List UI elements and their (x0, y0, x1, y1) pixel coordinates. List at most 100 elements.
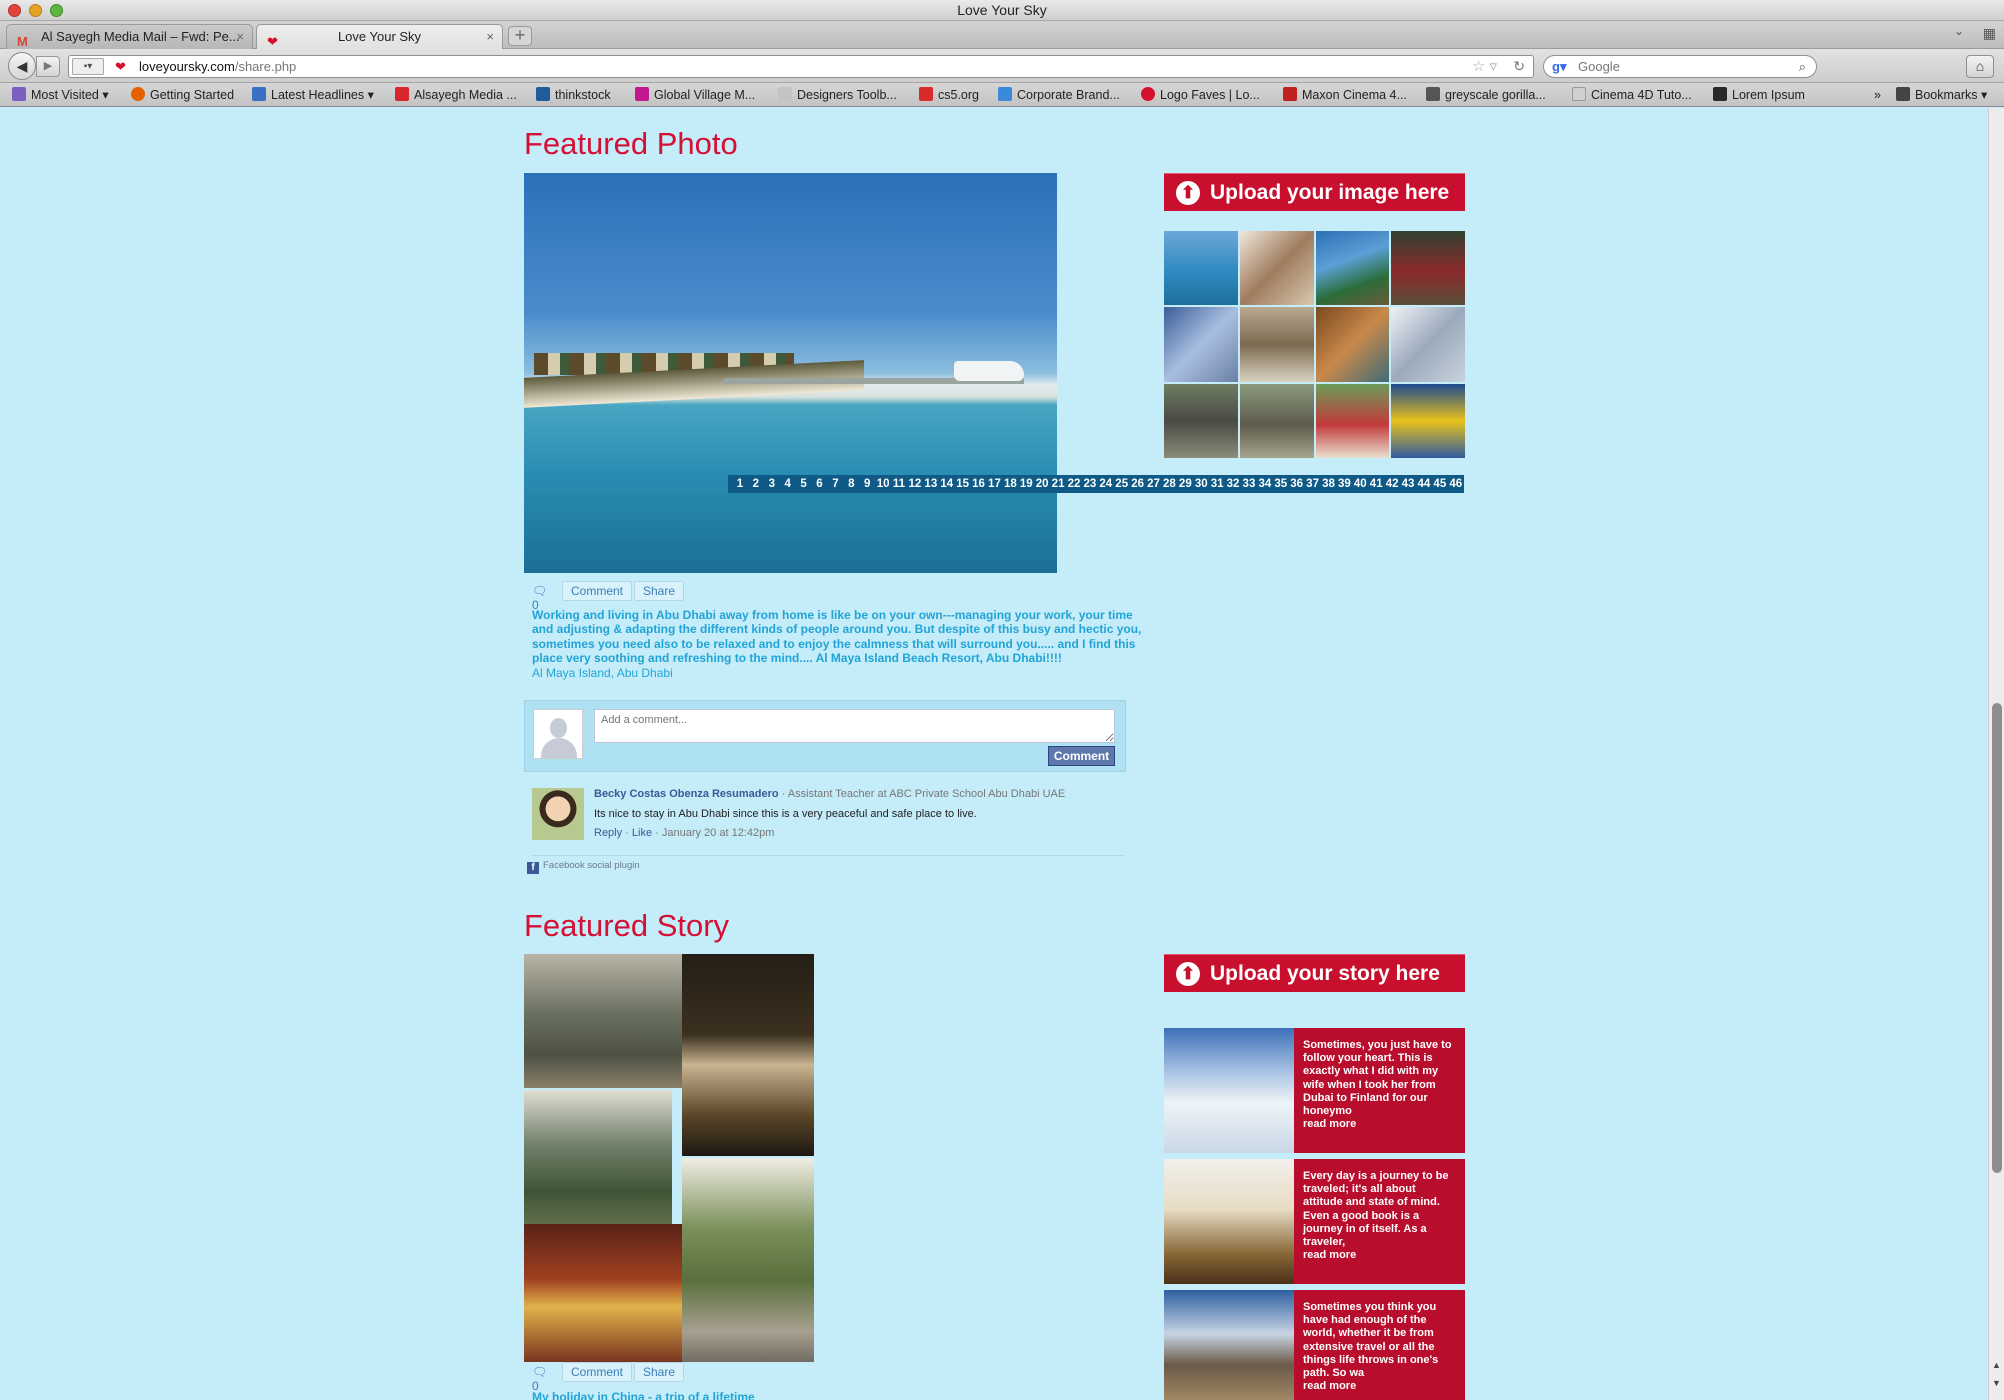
photo-thumbnail[interactable] (1391, 307, 1465, 382)
forward-button[interactable]: ▶ (36, 56, 60, 77)
tab-love-your-sky[interactable]: ❤ Love Your Sky × (256, 24, 503, 49)
bookmark-global-village[interactable]: Global Village M... (635, 87, 755, 103)
pagination-link[interactable]: 22 (1066, 475, 1082, 493)
photo-share-button[interactable]: Share (634, 581, 685, 601)
bookmark-corporate-brand[interactable]: Corporate Brand... (998, 87, 1120, 103)
facebook-plugin-footer[interactable]: f Facebook social plugin (527, 860, 640, 874)
pagination-link[interactable]: 31 (1209, 475, 1225, 493)
bookmark-star-icon[interactable]: ☆ ▿ (1472, 56, 1497, 77)
bookmark-greyscale-gorilla[interactable]: greyscale gorilla... (1426, 87, 1546, 103)
photo-thumbnail[interactable] (1315, 383, 1390, 458)
story-comment-button[interactable]: Comment (562, 1362, 633, 1382)
url-text[interactable]: loveyoursky.com/share.php (139, 56, 296, 77)
tab-close-icon[interactable]: × (486, 25, 494, 49)
pagination-link[interactable]: 28 (1161, 475, 1177, 493)
bookmark-alsayegh-media[interactable]: Alsayegh Media ... (395, 87, 517, 103)
tab-groups-icon[interactable]: ▦ (1983, 25, 1996, 42)
pagination-link[interactable]: 23 (1082, 475, 1098, 493)
read-more-link[interactable]: read more (1303, 1118, 1356, 1130)
upload-story-button[interactable]: ⬆ Upload your story here (1164, 954, 1465, 992)
photo-thumbnail[interactable] (1391, 383, 1465, 458)
photo-thumbnail[interactable] (1315, 231, 1390, 306)
pagination-link[interactable]: 19 (1018, 475, 1034, 493)
pagination-link[interactable]: 7 (827, 475, 843, 493)
read-more-link[interactable]: read more (1303, 1380, 1356, 1392)
pagination-link[interactable]: 11 (891, 475, 907, 493)
pagination-link[interactable]: 5 (796, 475, 812, 493)
bookmark-latest-headlines[interactable]: Latest Headlines ▾ (252, 87, 374, 103)
pagination-link[interactable]: 37 (1305, 475, 1321, 493)
pagination-link[interactable]: 29 (1177, 475, 1193, 493)
pagination-link[interactable]: 6 (812, 475, 828, 493)
pagination-link[interactable]: 32 (1225, 475, 1241, 493)
photo-thumbnail[interactable] (1391, 231, 1465, 306)
back-button[interactable]: ◀ (8, 52, 36, 80)
pagination-link[interactable]: 35 (1273, 475, 1289, 493)
scroll-down-arrow-icon[interactable]: ▼ (1992, 1378, 2001, 1388)
featured-story-image[interactable] (524, 954, 814, 1362)
pagination-link[interactable]: 42 (1384, 475, 1400, 493)
avatar[interactable] (532, 788, 584, 840)
bookmark-cinema-4d-tuto[interactable]: Cinema 4D Tuto... (1572, 87, 1692, 103)
pagination-link[interactable]: 18 (1002, 475, 1018, 493)
photo-thumbnail[interactable] (1164, 383, 1238, 458)
pagination-link[interactable]: 40 (1352, 475, 1368, 493)
bookmark-cs5[interactable]: cs5.org (919, 87, 979, 103)
pagination-link[interactable]: 33 (1241, 475, 1257, 493)
bookmark-designers-toolbox[interactable]: Designers Toolb... (778, 87, 897, 103)
comment-input[interactable] (594, 709, 1115, 743)
comment-reply-link[interactable]: Reply (594, 827, 622, 839)
pagination-link[interactable]: 44 (1416, 475, 1432, 493)
tab-gmail[interactable]: M Al Sayegh Media Mail – Fwd: Pe... × (6, 24, 253, 49)
story-card[interactable]: Sometimes, you just have to follow your … (1164, 1028, 1465, 1153)
search-icon[interactable]: ⌕ (1799, 56, 1806, 77)
new-tab-button[interactable]: + (508, 26, 532, 46)
pagination-link[interactable]: 10 (875, 475, 891, 493)
featured-photo-image[interactable] (524, 173, 1057, 573)
pagination-link[interactable]: 13 (923, 475, 939, 493)
pagination-link[interactable]: 2 (748, 475, 764, 493)
pagination-link[interactable]: 21 (1050, 475, 1066, 493)
tab-list-chevron-icon[interactable]: ⌄ (1954, 24, 1964, 38)
bookmarks-menu-button[interactable]: Bookmarks ▾ (1896, 87, 1987, 103)
photo-thumbnail[interactable] (1239, 307, 1314, 382)
photo-thumbnail[interactable] (1315, 307, 1390, 382)
search-input[interactable] (1578, 56, 1778, 77)
pagination-link[interactable]: 14 (939, 475, 955, 493)
bookmark-maxon-cinema[interactable]: Maxon Cinema 4... (1283, 87, 1407, 103)
photo-thumbnail[interactable] (1239, 231, 1314, 306)
comment-count[interactable]: 🗨0 (532, 1365, 547, 1393)
photo-comment-button[interactable]: Comment (562, 581, 633, 601)
upload-image-button[interactable]: ⬆ Upload your image here (1164, 173, 1465, 211)
pagination-link[interactable]: 20 (1034, 475, 1050, 493)
minimize-window-button[interactable] (29, 4, 42, 17)
pagination-link[interactable]: 30 (1193, 475, 1209, 493)
comment-like-link[interactable]: Like (632, 827, 652, 839)
pagination-link[interactable]: 39 (1336, 475, 1352, 493)
pagination-link[interactable]: 41 (1368, 475, 1384, 493)
address-bar[interactable]: ▪▾ ❤ loveyoursky.com/share.php ☆ ▿ ↻ (68, 55, 1534, 78)
tab-close-icon[interactable]: × (236, 25, 244, 49)
reload-icon[interactable]: ↻ (1513, 56, 1525, 77)
story-caption[interactable]: My holiday in China - a trip of a lifeti… (532, 1390, 755, 1400)
pagination-link[interactable]: 16 (971, 475, 987, 493)
photo-thumbnail[interactable] (1164, 307, 1238, 382)
zoom-window-button[interactable] (50, 4, 63, 17)
bookmark-logo-faves[interactable]: Logo Faves | Lo... (1141, 87, 1260, 103)
pagination-link[interactable]: 1 (732, 475, 748, 493)
search-bar[interactable]: g▾ ⌕ (1543, 55, 1817, 78)
pagination-link[interactable]: 43 (1400, 475, 1416, 493)
pagination-link[interactable]: 26 (1130, 475, 1146, 493)
comment-submit-button[interactable]: Comment (1048, 746, 1115, 766)
pagination-link[interactable]: 34 (1257, 475, 1273, 493)
bookmarks-overflow-chevron-icon[interactable]: » (1874, 87, 1881, 103)
bookmark-most-visited[interactable]: Most Visited ▾ (12, 87, 109, 103)
vertical-scrollbar[interactable]: ▲ ▼ (1988, 108, 2004, 1400)
google-icon[interactable]: g▾ (1552, 56, 1566, 77)
comment-author[interactable]: Becky Costas Obenza Resumadero (594, 788, 779, 800)
pagination-link[interactable]: 27 (1146, 475, 1162, 493)
scrollbar-thumb[interactable] (1992, 703, 2002, 1173)
story-share-button[interactable]: Share (634, 1362, 685, 1382)
read-more-link[interactable]: read more (1303, 1249, 1356, 1261)
home-button[interactable]: ⌂ (1966, 55, 1994, 78)
